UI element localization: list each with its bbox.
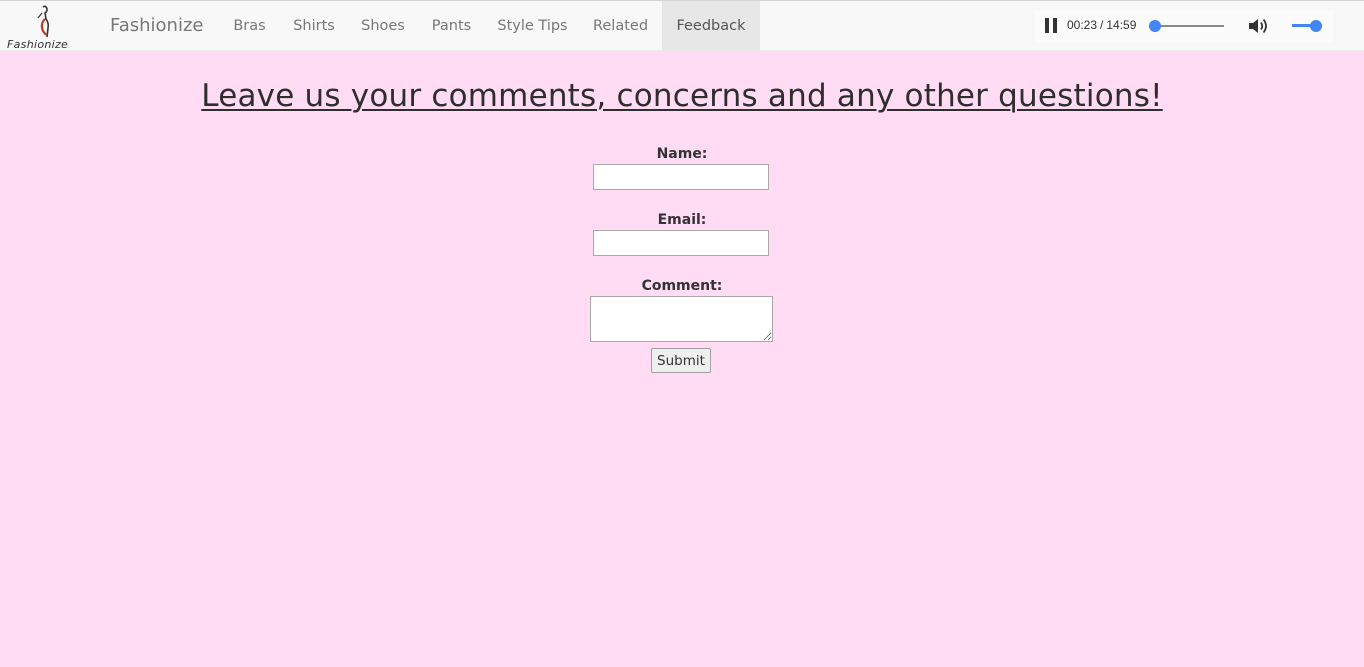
nav-item-related[interactable]: Related [581, 1, 660, 51]
email-label: Email: [657, 212, 707, 228]
logo[interactable]: Fashionize [6, 5, 92, 51]
page-heading: Leave us your comments, concerns and any… [201, 78, 1163, 114]
nav-item-pants[interactable]: Pants [419, 1, 484, 51]
email-field[interactable] [593, 230, 769, 256]
current-time: 00:23 [1067, 18, 1098, 32]
name-label: Name: [656, 146, 708, 162]
volume-thumb[interactable] [1310, 19, 1322, 32]
nav-item-feedback[interactable]: Feedback [662, 1, 760, 51]
time-display: 00:23/14:59 [1067, 18, 1136, 32]
volume-slider[interactable] [1292, 19, 1322, 32]
nav-item-style-tips[interactable]: Style Tips [486, 1, 579, 51]
duration: 14:59 [1106, 18, 1137, 32]
pause-icon[interactable] [1045, 18, 1057, 33]
volume-icon[interactable] [1247, 16, 1269, 36]
comment-label: Comment: [641, 278, 723, 294]
audio-player: 00:23/14:59 [1035, 10, 1333, 42]
submit-button[interactable]: Submit [651, 348, 711, 373]
nav-item-shoes[interactable]: Shoes [349, 1, 417, 51]
progress-slider[interactable] [1148, 20, 1224, 32]
nav-item-shirts[interactable]: Shirts [281, 1, 347, 51]
brand-title[interactable]: Fashionize [110, 15, 203, 36]
name-field[interactable] [593, 164, 769, 190]
comment-field[interactable] [590, 296, 773, 342]
logo-text: Fashionize [7, 38, 69, 51]
logo-figure-icon [37, 5, 50, 38]
progress-thumb[interactable] [1148, 20, 1161, 32]
time-separator: / [1100, 18, 1104, 32]
nav-item-bras[interactable]: Bras [220, 1, 279, 51]
navbar: Fashionize Fashionize Bras Shirts Shoes … [0, 0, 1364, 51]
